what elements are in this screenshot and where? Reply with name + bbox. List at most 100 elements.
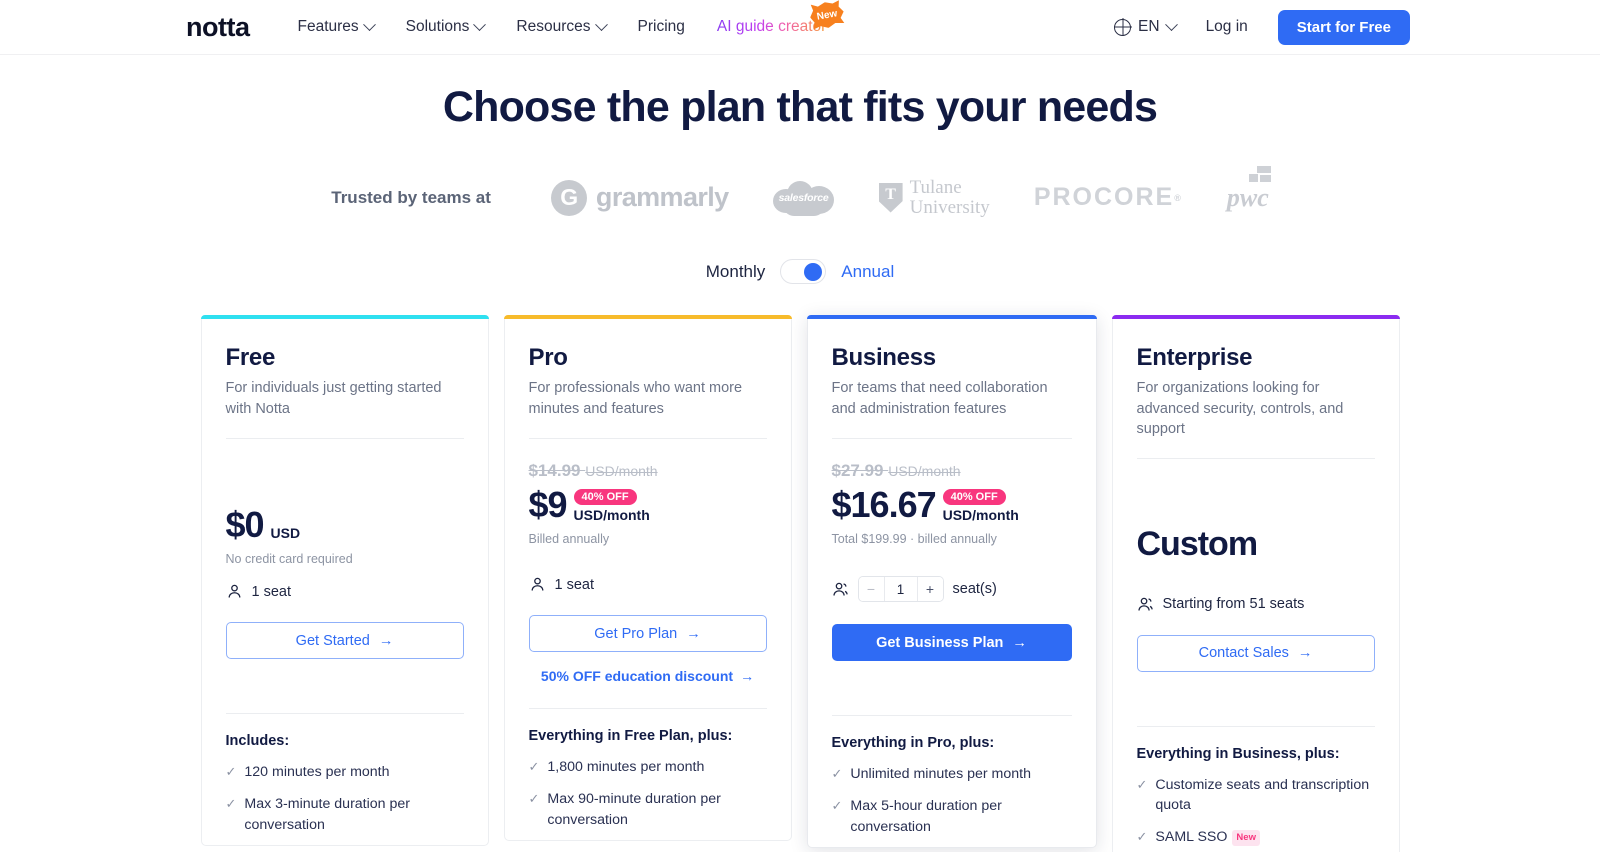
- billing-monthly-label[interactable]: Monthly: [706, 262, 766, 282]
- seat-stepper[interactable]: − 1 +: [857, 576, 944, 602]
- cta-label: Get Business Plan: [876, 634, 1004, 651]
- pwc-mark-icon: [1245, 165, 1271, 182]
- logo-procore: PROCORE ®: [1033, 183, 1183, 211]
- billing-period-toggle: Monthly Annual: [0, 259, 1600, 284]
- education-discount-link[interactable]: 50% OFF education discount →: [529, 668, 767, 684]
- nav-item-pricing[interactable]: Pricing: [638, 18, 685, 36]
- start-for-free-button[interactable]: Start for Free: [1277, 9, 1410, 45]
- check-icon: ✓: [831, 766, 843, 781]
- nav-links: Features Solutions Resources Pricing AI …: [297, 18, 826, 36]
- shield-icon: [878, 182, 903, 213]
- plan-description: For professionals who want more minutes …: [528, 380, 743, 417]
- language-selector[interactable]: EN: [1114, 17, 1178, 36]
- seat-count-value[interactable]: 1: [883, 577, 918, 601]
- language-label: EN: [1138, 18, 1160, 35]
- get-business-plan-button[interactable]: Get Business Plan →: [831, 624, 1072, 661]
- price-unit: USD/month: [942, 507, 1019, 523]
- nav-item-ai-guide-creator[interactable]: AI guide creator New: [717, 18, 826, 36]
- plan-description: For organizations looking for advanced s…: [1136, 380, 1344, 438]
- discount-badge: 40% OFF: [942, 489, 1006, 505]
- logo-pwc-label: pwc: [1226, 182, 1269, 212]
- logo-grammarly-label: grammarly: [595, 182, 729, 212]
- seat-count-label: Starting from 51 seats: [1162, 596, 1305, 613]
- nav-item-solutions[interactable]: Solutions: [405, 17, 487, 36]
- original-price-amount: $14.99: [528, 461, 581, 480]
- feature-item: ✓ 120 minutes per month: [226, 762, 464, 782]
- nav-item-ai-guide-creator-label: AI guide creator: [716, 18, 827, 35]
- seat-count-label: 1 seat: [554, 576, 595, 593]
- price-block: $27.99 USD/month $16.67 40% OFF USD/mont…: [832, 439, 1072, 559]
- card-accent-bar: [1111, 315, 1400, 319]
- nav-item-features-label: Features: [297, 18, 359, 35]
- user-icon: [531, 577, 543, 591]
- pricing-card-free: Free For individuals just getting starte…: [200, 315, 489, 846]
- contact-sales-button[interactable]: Contact Sales →: [1136, 634, 1375, 672]
- pricing-card-pro: Pro For professionals who want more minu…: [503, 315, 792, 841]
- logo-pwc: pwc: [1226, 165, 1271, 213]
- billing-toggle-switch[interactable]: [780, 259, 827, 284]
- logo-salesforce: salesforce: [772, 176, 835, 219]
- plan-description: For teams that need collaboration and ad…: [831, 380, 1048, 417]
- log-in-link[interactable]: Log in: [1206, 18, 1248, 36]
- check-icon: ✓: [831, 798, 843, 814]
- seat-increment-button[interactable]: +: [917, 577, 943, 601]
- seat-decrement-button[interactable]: −: [858, 577, 884, 601]
- feature-text: Max 5-hour duration per conversation: [850, 798, 1002, 835]
- nav-item-features[interactable]: Features: [297, 17, 376, 36]
- price-amount: Custom: [1136, 524, 1259, 563]
- price-unit: USD/month: [573, 507, 650, 523]
- price-amount: $9: [528, 484, 568, 525]
- nav-item-solutions-label: Solutions: [405, 18, 470, 35]
- cta-label: Get Started: [295, 632, 370, 649]
- seat-unit-label: seat(s): [952, 581, 997, 597]
- original-price: $14.99 USD/month: [529, 461, 767, 481]
- seat-count-label: 1 seat: [251, 583, 292, 600]
- divider: [528, 708, 767, 709]
- arrow-right-icon: →: [378, 632, 394, 649]
- features-title: Everything in Pro, plus:: [831, 735, 995, 751]
- logo-grammarly: grammarly: [550, 179, 729, 216]
- feature-item: ✓ Max 3-minute duration per conversation: [226, 794, 464, 835]
- feature-text: 120 minutes per month: [244, 764, 390, 780]
- price-amount: $0: [225, 504, 265, 545]
- users-icon: [1137, 597, 1153, 611]
- price-amount: $16.67: [831, 484, 937, 525]
- logo-tulane-university: TulaneUniversity: [878, 177, 990, 218]
- plan-name: Free: [225, 344, 276, 371]
- features-list: ✓ Customize seats and transcription quot…: [1137, 775, 1375, 848]
- price-unit-group: 40% OFF USD/month: [573, 489, 650, 523]
- logo-tulane-label: Tulane University: [909, 177, 990, 218]
- feature-text: Customize seats and transcription quota: [1155, 776, 1370, 814]
- feature-text: SAML SSO New: [1155, 827, 1260, 847]
- billing-annual-label[interactable]: Annual: [841, 262, 894, 282]
- users-icon: [832, 582, 848, 596]
- logo-procore-label: PROCORE: [1033, 183, 1175, 211]
- price-subnote: Billed annually: [528, 532, 610, 546]
- logo-salesforce-label: salesforce: [778, 191, 829, 204]
- original-price-amount: $27.99: [831, 461, 884, 480]
- plan-description: For individuals just getting started wit…: [225, 380, 442, 417]
- nav-item-resources[interactable]: Resources: [516, 17, 608, 36]
- check-icon: ✓: [225, 796, 237, 812]
- divider: [831, 715, 1072, 716]
- user-icon: [228, 584, 240, 598]
- new-badge: New: [1232, 830, 1260, 846]
- features-list: ✓ 120 minutes per month ✓ Max 3-minute d…: [226, 762, 464, 835]
- features-title: Everything in Free Plan, plus:: [528, 728, 733, 744]
- education-discount-label: 50% OFF education discount: [540, 668, 734, 684]
- globe-icon: [1114, 18, 1132, 36]
- price-row: Custom: [1137, 527, 1375, 561]
- check-icon: ✓: [1136, 776, 1148, 792]
- get-started-button[interactable]: Get Started →: [225, 622, 464, 659]
- plan-name: Enterprise: [1136, 344, 1253, 371]
- get-pro-plan-button[interactable]: Get Pro Plan →: [528, 615, 767, 652]
- price-block: Custom: [1137, 459, 1375, 579]
- arrow-right-icon: →: [1012, 634, 1027, 651]
- check-icon: ✓: [1136, 829, 1148, 845]
- divider: [225, 713, 464, 714]
- notta-logo[interactable]: notta: [186, 13, 250, 41]
- nav-item-pricing-label: Pricing: [637, 18, 685, 35]
- cta-label: Get Pro Plan: [594, 625, 678, 642]
- feature-item: ✓ Unlimited minutes per month: [832, 764, 1072, 784]
- price-unit: USD: [270, 525, 301, 541]
